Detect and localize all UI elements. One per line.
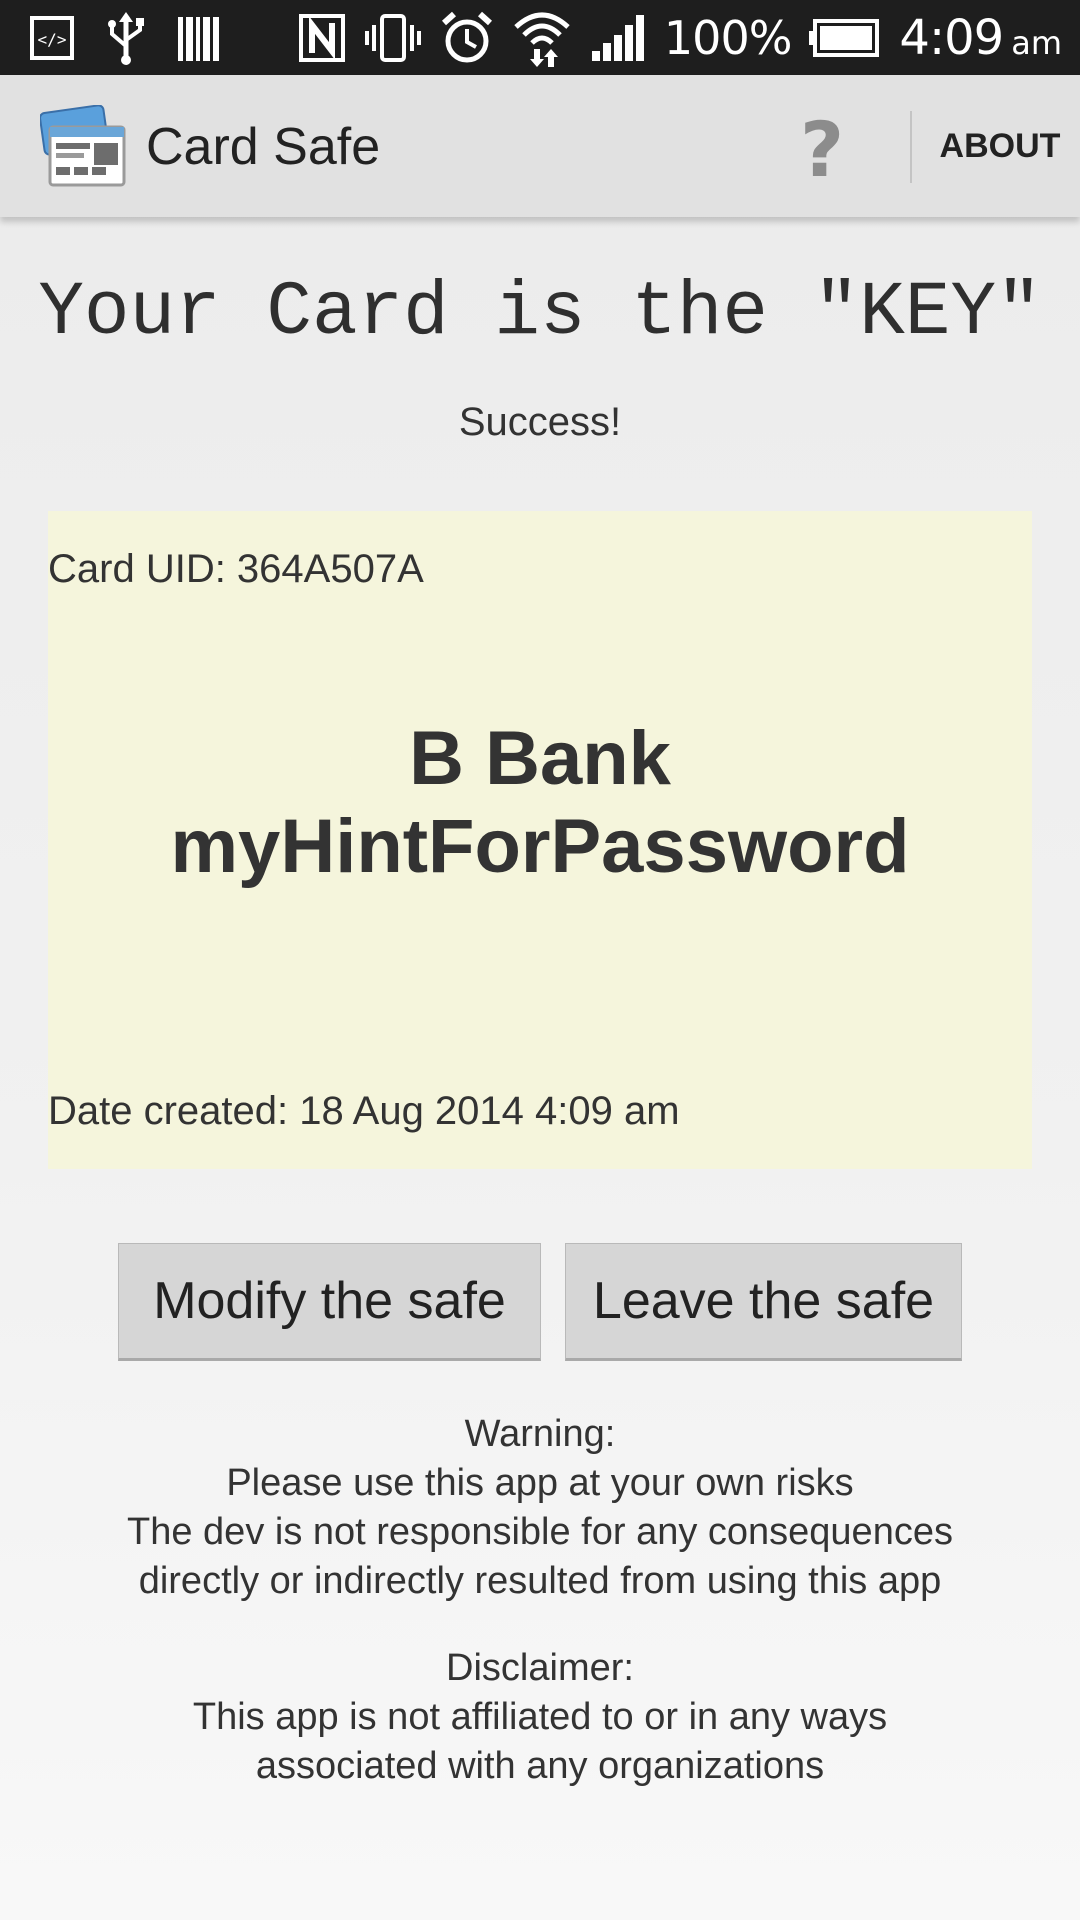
clock-time: 4:09 bbox=[899, 9, 1004, 66]
warning-line: directly or indirectly resulted from usi… bbox=[138, 1560, 942, 1602]
card-password-hint: myHintForPassword bbox=[170, 804, 910, 889]
clock: 4:09 am bbox=[899, 10, 1062, 66]
usb-icon bbox=[104, 10, 148, 66]
page-headline: Your Card is the "KEY" bbox=[38, 270, 1042, 356]
help-question-icon[interactable]: ? bbox=[800, 105, 844, 194]
card-safe-logo-icon bbox=[39, 104, 128, 191]
about-button[interactable]: ABOUT bbox=[920, 75, 1080, 217]
status-message: Success! bbox=[458, 400, 622, 444]
warning-title: Warning: bbox=[464, 1413, 616, 1455]
warning-line: Please use this app at your own risks bbox=[226, 1462, 854, 1504]
svg-text:</>: </> bbox=[38, 30, 67, 49]
nfc-icon bbox=[298, 13, 346, 63]
clock-ampm: am bbox=[1011, 23, 1062, 62]
vibrate-icon bbox=[364, 13, 422, 63]
card-uid: Card UID: 364A507A bbox=[48, 547, 424, 591]
battery-icon bbox=[809, 18, 881, 57]
disclaimer-notice: Disclaimer: This app is not affiliated t… bbox=[0, 1644, 1080, 1791]
app-title: Card Safe bbox=[146, 118, 381, 176]
barcode-icon bbox=[176, 13, 222, 63]
modify-safe-button[interactable]: Modify the safe bbox=[118, 1243, 541, 1361]
action-bar-divider bbox=[910, 111, 912, 183]
disclaimer-line: This app is not affiliated to or in any … bbox=[192, 1696, 888, 1738]
card-date-created: Date created: 18 Aug 2014 4:09 am bbox=[48, 1089, 680, 1133]
wifi-icon bbox=[512, 9, 572, 67]
action-bar: Card Safe ? ABOUT bbox=[0, 75, 1080, 217]
warning-line: The dev is not responsible for any conse… bbox=[127, 1511, 953, 1553]
disclaimer-line: associated with any organizations bbox=[255, 1745, 825, 1787]
leave-safe-button[interactable]: Leave the safe bbox=[565, 1243, 962, 1361]
disclaimer-title: Disclaimer: bbox=[446, 1647, 634, 1689]
battery-percent: 100% bbox=[663, 10, 793, 65]
alarm-icon bbox=[440, 11, 494, 65]
status-bar: </> 100% 4:09 am bbox=[0, 0, 1080, 75]
card-bank-name: B Bank bbox=[409, 716, 671, 801]
warning-notice: Warning: Please use this app at your own… bbox=[0, 1410, 1080, 1606]
developer-code-icon: </> bbox=[28, 14, 76, 62]
card-info-panel: Card UID: 364A507A B Bank myHintForPassw… bbox=[48, 511, 1032, 1169]
signal-icon bbox=[590, 13, 646, 63]
